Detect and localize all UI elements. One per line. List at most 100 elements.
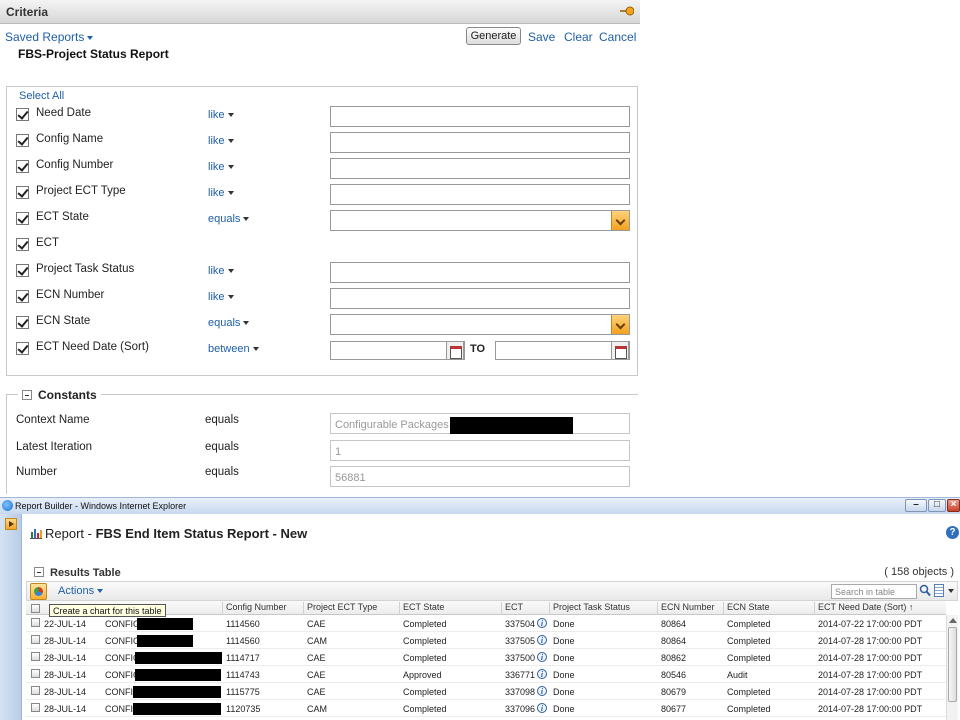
saved-reports-menu[interactable]: Saved Reports bbox=[5, 30, 94, 44]
row-checkbox[interactable] bbox=[31, 703, 40, 712]
column-project-task-status[interactable]: Project Task Status bbox=[549, 602, 657, 615]
checkbox-config-number[interactable] bbox=[16, 160, 29, 173]
cancel-link[interactable]: Cancel bbox=[599, 30, 636, 44]
operator-dropdown[interactable]: like bbox=[208, 109, 234, 121]
save-link[interactable]: Save bbox=[528, 30, 555, 44]
generate-button[interactable]: Generate bbox=[466, 27, 521, 45]
info-icon[interactable]: i bbox=[537, 686, 547, 696]
calendar-icon[interactable] bbox=[611, 341, 629, 360]
operator-dropdown[interactable]: like bbox=[208, 161, 234, 173]
table-view-icon[interactable] bbox=[934, 584, 944, 597]
ect-state-select[interactable] bbox=[330, 210, 630, 231]
column-ect[interactable]: ECT bbox=[501, 602, 549, 615]
project-ect-type-input[interactable] bbox=[330, 184, 630, 205]
operator-dropdown[interactable]: like bbox=[208, 187, 234, 199]
help-icon[interactable]: ? bbox=[946, 526, 959, 539]
criteria-label: Need Date bbox=[36, 107, 91, 119]
chevron-down-icon[interactable] bbox=[611, 315, 629, 334]
ecn-number-input[interactable] bbox=[330, 288, 630, 309]
column-ecn-number[interactable]: ECN Number bbox=[657, 602, 723, 615]
project-task-status-input[interactable] bbox=[330, 262, 630, 283]
cell-task-status: Done bbox=[553, 653, 575, 663]
number-value: 56881 bbox=[330, 466, 630, 487]
select-all-rows-checkbox[interactable] bbox=[31, 604, 40, 613]
column-ect-state[interactable]: ECT State bbox=[399, 602, 501, 615]
clear-link[interactable]: Clear bbox=[564, 30, 593, 44]
scroll-thumb[interactable] bbox=[948, 627, 957, 702]
operator-dropdown[interactable]: like bbox=[208, 135, 234, 147]
config-name-input[interactable] bbox=[330, 132, 630, 153]
table-row[interactable]: 28-JUL-14 CONFIG, 1114743 CAE Approved 3… bbox=[26, 666, 946, 683]
checkbox-ecn-state[interactable] bbox=[16, 316, 29, 329]
collapse-icon[interactable] bbox=[22, 390, 32, 400]
create-chart-button[interactable] bbox=[30, 583, 47, 600]
checkbox-ect-need-date[interactable] bbox=[16, 342, 29, 355]
info-icon[interactable]: i bbox=[537, 703, 547, 713]
info-icon[interactable]: i bbox=[537, 652, 547, 662]
checkbox-project-task-status[interactable] bbox=[16, 264, 29, 277]
constant-label: Number bbox=[16, 466, 57, 478]
cell-ect-state: Completed bbox=[403, 653, 447, 663]
cell-ecn-number: 80864 bbox=[661, 636, 687, 646]
calendar-icon[interactable] bbox=[446, 341, 464, 360]
select-all-link[interactable]: Select All bbox=[19, 90, 64, 102]
date-from-input[interactable] bbox=[330, 341, 465, 360]
scroll-up-icon[interactable] bbox=[949, 618, 957, 623]
info-icon[interactable]: i bbox=[537, 669, 547, 679]
cell-need-date: 28-JUL-14 bbox=[44, 653, 87, 663]
need-date-input[interactable] bbox=[330, 106, 630, 127]
column-ect-need-date[interactable]: ECT Need Date (Sort) ↑ bbox=[814, 602, 946, 615]
table-row[interactable]: 28-JUL-14 CONFIG, 1114717 CAE Completed … bbox=[26, 649, 946, 666]
results-table-header[interactable]: Results Table bbox=[34, 566, 121, 579]
table-row[interactable]: 22-JUL-14 CONFIG, 1114560 CAE Completed … bbox=[26, 615, 946, 632]
chevron-down-icon[interactable] bbox=[611, 211, 629, 230]
cell-ecn-state: Completed bbox=[727, 636, 771, 646]
row-checkbox[interactable] bbox=[31, 635, 40, 644]
table-row[interactable]: 28-JUL-14 CONFIG, 1114560 CAM Completed … bbox=[26, 632, 946, 649]
constant-label: Context Name bbox=[16, 414, 90, 426]
constants-header[interactable]: Constants bbox=[18, 388, 101, 402]
column-project-ect-type[interactable]: Project ECT Type bbox=[303, 602, 399, 615]
row-checkbox[interactable] bbox=[31, 652, 40, 661]
cell-ect-need-date: 2014-07-22 17:00:00 PDT bbox=[818, 619, 923, 629]
info-icon[interactable]: i bbox=[537, 635, 547, 645]
close-button[interactable]: × bbox=[947, 499, 960, 512]
table-row[interactable]: 28-JUL-14 CONFIG 1115775 CAE Completed 3… bbox=[26, 683, 946, 700]
maximize-button[interactable]: □ bbox=[928, 499, 946, 512]
pin-icon[interactable] bbox=[620, 5, 634, 17]
collapse-icon[interactable] bbox=[34, 567, 44, 577]
chevron-down-icon[interactable] bbox=[948, 589, 954, 593]
operator-dropdown[interactable]: between bbox=[208, 343, 259, 355]
operator-dropdown[interactable]: equals bbox=[208, 317, 250, 329]
operator-dropdown[interactable]: like bbox=[208, 265, 234, 277]
search-input[interactable]: Search in table bbox=[831, 584, 917, 599]
expand-panel-icon[interactable] bbox=[5, 518, 17, 530]
vertical-scrollbar[interactable] bbox=[946, 615, 958, 720]
minimize-button[interactable]: – bbox=[905, 499, 927, 512]
date-to-input[interactable] bbox=[495, 341, 630, 360]
cell-ect-type: CAM bbox=[307, 704, 327, 714]
config-number-input[interactable] bbox=[330, 158, 630, 179]
cell-ecn-number: 80679 bbox=[661, 687, 687, 697]
cell-ect: 337504 bbox=[505, 619, 536, 629]
info-icon[interactable]: i bbox=[537, 618, 547, 628]
checkbox-ecn-number[interactable] bbox=[16, 290, 29, 303]
checkbox-config-name[interactable] bbox=[16, 134, 29, 147]
search-icon[interactable] bbox=[919, 584, 931, 597]
table-row[interactable]: 28-JUL-14 CONFIG 1120735 CAM Completed 3… bbox=[26, 700, 946, 717]
operator-dropdown[interactable]: like bbox=[208, 291, 234, 303]
checkbox-need-date[interactable] bbox=[16, 108, 29, 121]
cell-ect-type: CAE bbox=[307, 670, 326, 680]
row-checkbox[interactable] bbox=[31, 618, 40, 627]
ecn-state-select[interactable] bbox=[330, 314, 630, 335]
row-checkbox[interactable] bbox=[31, 686, 40, 695]
checkbox-ect[interactable] bbox=[16, 238, 29, 251]
checkbox-ect-state[interactable] bbox=[16, 212, 29, 225]
row-checkbox[interactable] bbox=[31, 669, 40, 678]
column-ecn-state[interactable]: ECN State bbox=[723, 602, 814, 615]
actions-menu[interactable]: Actions bbox=[58, 585, 104, 597]
cell-need-date: 28-JUL-14 bbox=[44, 636, 87, 646]
column-config-number[interactable]: Config Number bbox=[222, 602, 304, 615]
checkbox-project-ect-type[interactable] bbox=[16, 186, 29, 199]
operator-dropdown[interactable]: equals bbox=[208, 213, 250, 225]
